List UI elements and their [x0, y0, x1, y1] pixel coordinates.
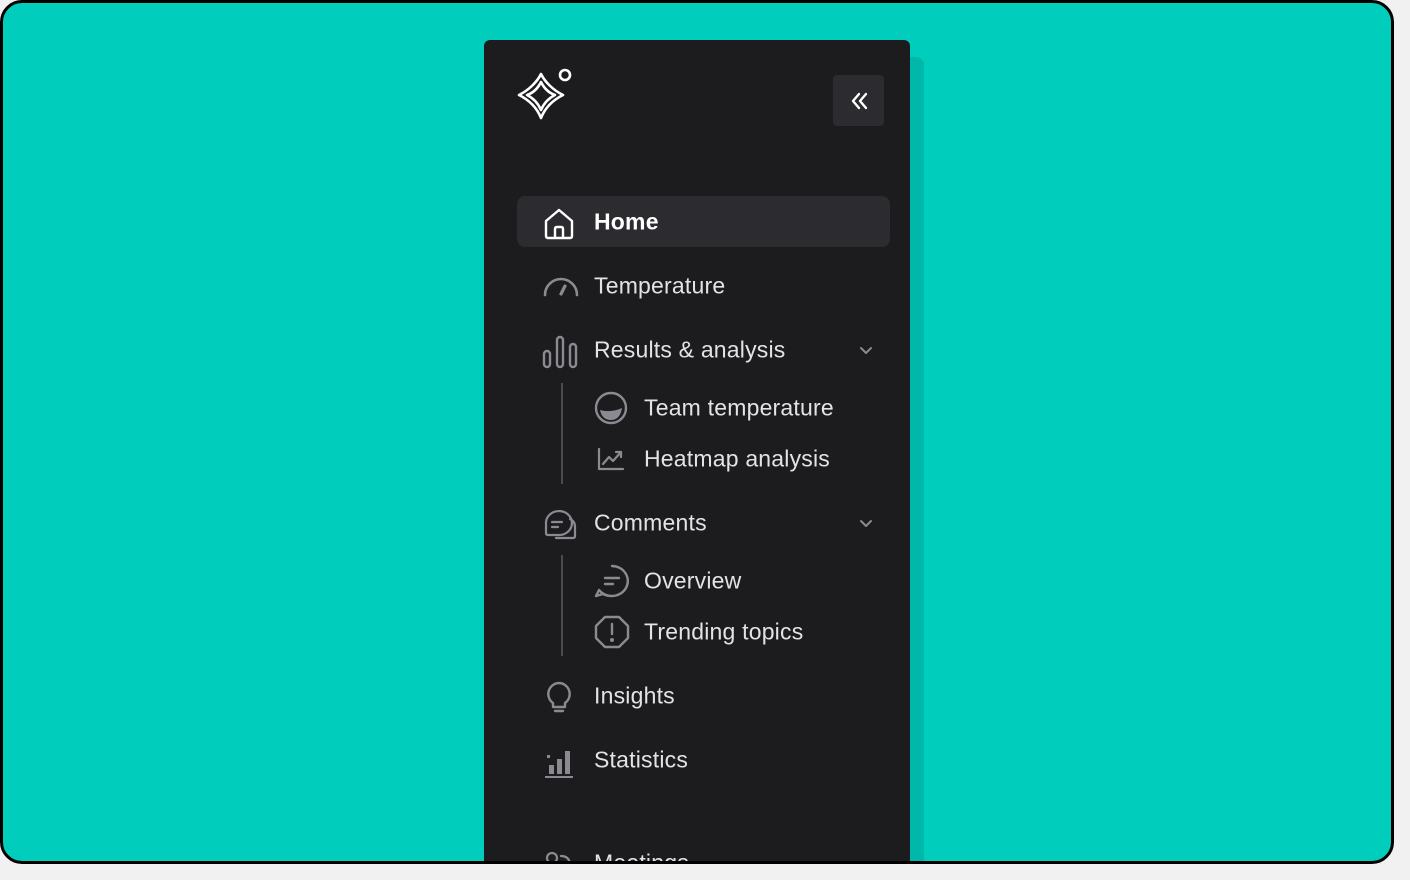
- nav-label-temperature: Temperature: [594, 272, 726, 298]
- submenu-line: [561, 383, 563, 484]
- chat-bubbles-icon: [542, 508, 577, 540]
- nav-label-trending: Trending topics: [644, 618, 804, 645]
- nav-item-team-temperature[interactable]: Team temperature: [594, 385, 890, 431]
- nav-item-meetings[interactable]: Meetings: [517, 837, 890, 864]
- statistics-icon: [542, 745, 573, 778]
- chevrons-left-icon: [851, 92, 867, 109]
- alert-octagon-icon: [594, 615, 630, 649]
- nav-item-overview[interactable]: Overview: [594, 558, 890, 604]
- nav-item-heatmap[interactable]: Heatmap analysis: [594, 436, 890, 482]
- chevron-down-icon[interactable]: [858, 342, 874, 358]
- half-circle-icon: [594, 391, 628, 425]
- home-icon: [542, 207, 574, 240]
- nav-item-home[interactable]: Home: [517, 196, 890, 247]
- bar-chart-icon: [542, 335, 578, 369]
- line-chart-icon: [594, 442, 628, 476]
- nav-label-meetings: Meetings: [594, 849, 689, 864]
- nav-item-insights[interactable]: Insights: [517, 670, 890, 721]
- nav-item-statistics[interactable]: Statistics: [517, 734, 890, 785]
- sidebar: Home Temperature Results & analysis Team…: [484, 40, 910, 864]
- nav-label-comments: Comments: [594, 509, 707, 535]
- nav-label-insights: Insights: [594, 682, 675, 708]
- nav-item-temperature[interactable]: Temperature: [517, 260, 890, 311]
- message-icon: [594, 564, 629, 598]
- gauge-icon: [542, 271, 579, 301]
- lightbulb-icon: [542, 681, 572, 713]
- nav-item-trending[interactable]: Trending topics: [594, 609, 890, 655]
- nav-item-results[interactable]: Results & analysis: [517, 324, 890, 375]
- submenu-line: [561, 555, 563, 656]
- nav-label-results: Results & analysis: [594, 336, 786, 362]
- nav-label-heatmap: Heatmap analysis: [644, 445, 831, 472]
- nav-item-comments[interactable]: Comments: [517, 497, 890, 548]
- nav-label-team-temperature: Team temperature: [644, 394, 834, 421]
- nav-label-overview: Overview: [644, 567, 742, 594]
- chevron-down-icon[interactable]: [858, 515, 874, 531]
- app-frame: Home Temperature Results & analysis Team…: [0, 0, 1394, 864]
- nav-label-statistics: Statistics: [594, 746, 689, 772]
- nav-label-home: Home: [594, 208, 659, 234]
- collapse-sidebar-button[interactable]: [833, 75, 884, 126]
- users-icon: [542, 848, 572, 861]
- logo-icon[interactable]: [515, 68, 575, 128]
